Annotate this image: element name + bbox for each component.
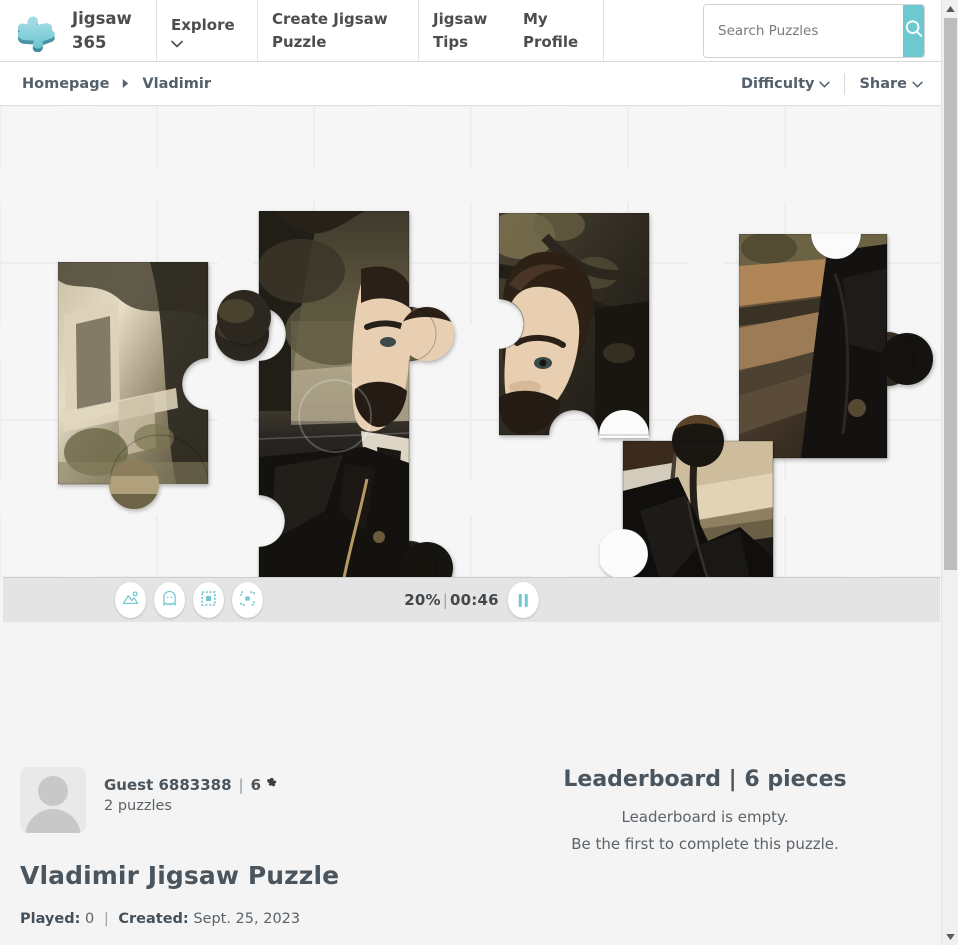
creator-divider: |: [238, 775, 244, 794]
stats-divider: |: [103, 911, 109, 927]
puzzle-stats: Played: 0 | Created: Sept. 25, 2023: [20, 911, 490, 927]
brand-title: Jigsaw 365: [72, 7, 138, 55]
leaderboard-title: Leaderboard | 6 pieces: [563, 767, 847, 792]
progress-separator: |: [442, 591, 449, 609]
nav-explore-label-group: Explore: [171, 14, 243, 48]
progress-percent: 20%: [404, 591, 441, 609]
action-divider: [844, 72, 846, 95]
leaderboard-empty-line-1: Leaderboard is empty.: [621, 808, 789, 826]
search-button[interactable]: [903, 4, 924, 57]
avatar-body-shape: [25, 809, 81, 833]
nav-tips-label: Jigsaw Tips: [433, 10, 488, 51]
search-box: [703, 3, 925, 58]
chevron-down-icon: [171, 40, 183, 48]
ghost-image-button[interactable]: [154, 582, 185, 618]
breadcrumb-arrow-right-icon: [121, 78, 130, 89]
image-icon: [122, 590, 139, 610]
leaderboard-empty-line-2: Be the first to complete this puzzle.: [571, 835, 839, 853]
creator-piece-count: 6: [250, 775, 262, 794]
played-value: 0: [85, 911, 95, 927]
progress-group: 20% | 00:46: [404, 582, 539, 618]
puzzle-piece-1[interactable]: [58, 262, 210, 512]
search-input[interactable]: [704, 4, 903, 57]
scroll-up-arrow-icon[interactable]: [942, 0, 958, 17]
nav-create-label: Create Jigsaw Puzzle: [272, 10, 388, 51]
pause-icon-bar-left: [518, 593, 522, 607]
brand-line-1: Jigsaw: [72, 8, 132, 28]
nav-item-create-puzzle[interactable]: Create Jigsaw Puzzle: [258, 0, 419, 61]
progress-status: 20% | 00:46: [404, 591, 499, 609]
brand-logo-link[interactable]: Jigsaw 365: [0, 0, 157, 61]
puzzle-piece-icon: [265, 775, 280, 794]
top-navigation-bar: Jigsaw 365 Explore Create Jigsaw Puzzle …: [0, 0, 941, 62]
breadcrumb-bar: Homepage Vladimir Difficulty Share: [0, 62, 941, 106]
creator-name-row: Guest 6883388 | 6: [104, 775, 280, 794]
puzzle-board[interactable]: [0, 106, 941, 577]
elapsed-time: 00:46: [450, 591, 499, 609]
page-root: Jigsaw 365 Explore Create Jigsaw Puzzle …: [0, 0, 958, 945]
page-scrollbar[interactable]: [941, 0, 958, 945]
scroll-down-arrow-icon[interactable]: [942, 928, 958, 945]
difficulty-dropdown[interactable]: Difficulty: [741, 75, 831, 92]
breadcrumb-actions: Difficulty Share: [741, 72, 923, 95]
breadcrumb-current-page: Vladimir: [142, 75, 211, 92]
puzzle-control-toolbar: 20% | 00:46: [3, 577, 940, 622]
nav-profile-label: My Profile: [523, 10, 579, 51]
scrollbar-thumb[interactable]: [944, 18, 957, 570]
breadcrumb-homepage-link[interactable]: Homepage: [22, 76, 109, 92]
jigsaw-piece-logo-icon: [14, 10, 62, 52]
share-label: Share: [859, 75, 907, 92]
creator-row: Guest 6883388 | 6 2 puzzles: [20, 767, 490, 833]
dotted-square-corners-icon: [239, 590, 256, 610]
nav-item-jigsaw-tips[interactable]: Jigsaw Tips: [419, 0, 509, 61]
avatar[interactable]: [20, 767, 86, 833]
chevron-down-icon: [912, 76, 923, 92]
chevron-down-icon: [819, 76, 831, 92]
edge-pieces-button[interactable]: [193, 582, 224, 618]
creator-username[interactable]: Guest 6883388: [104, 776, 232, 794]
leaderboard-panel: Leaderboard | 6 pieces Leaderboard is em…: [490, 767, 920, 853]
dotted-square-filled-icon: [200, 590, 217, 610]
toolbar-icon-group: [115, 582, 263, 618]
page-title: Vladimir Jigsaw Puzzle: [20, 861, 340, 890]
creator-puzzle-count: 2 puzzles: [104, 798, 172, 814]
puzzle-piece-5[interactable]: [600, 391, 775, 577]
show-image-button[interactable]: [115, 582, 146, 618]
played-label: Played:: [20, 911, 81, 927]
brand-line-2: 365: [72, 32, 107, 52]
created-value: Sept. 25, 2023: [193, 911, 301, 927]
avatar-head-shape: [38, 776, 68, 806]
difficulty-label: Difficulty: [741, 75, 815, 92]
ghost-icon: [161, 589, 178, 611]
share-dropdown[interactable]: Share: [859, 76, 923, 92]
puzzle-info-left: Guest 6883388 | 6 2 puzzles Vladimir Jig…: [20, 767, 490, 927]
pause-icon-bar-right: [524, 593, 528, 607]
pause-button[interactable]: [507, 582, 539, 618]
created-label: Created:: [118, 911, 189, 927]
nav-item-my-profile[interactable]: My Profile: [509, 0, 604, 61]
puzzle-info-section: Guest 6883388 | 6 2 puzzles Vladimir Jig…: [0, 622, 941, 945]
scatter-pieces-button[interactable]: [232, 582, 263, 618]
search-area: [693, 0, 941, 61]
nav-explore-label: Explore: [171, 16, 235, 35]
puzzle-knob-loose[interactable]: [216, 289, 272, 345]
creator-meta: Guest 6883388 | 6 2 puzzles: [104, 767, 280, 814]
search-icon: [903, 18, 924, 43]
puzzle-piece-2[interactable]: [215, 211, 455, 577]
nav-item-explore[interactable]: Explore: [157, 0, 258, 61]
